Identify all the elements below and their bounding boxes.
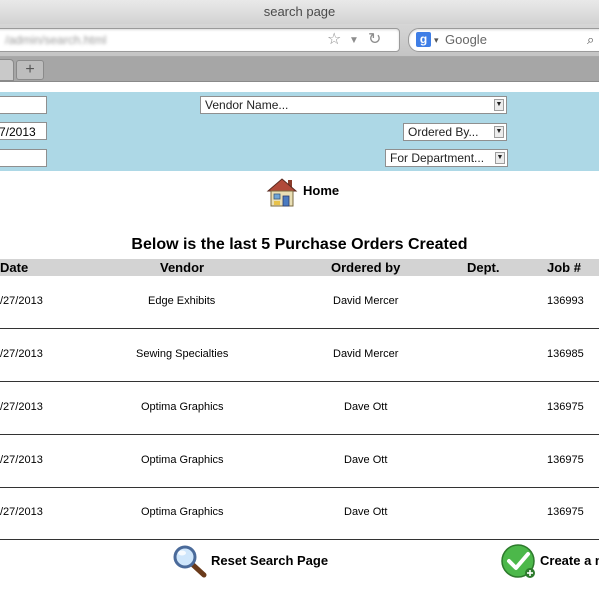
cell-job: 136985 [547,348,584,360]
vendor-select-value: Vendor Name... [205,98,289,112]
url-bar[interactable]: /admin/search.html ☆ ▼ ↻ [0,28,400,52]
chevron-down-icon[interactable]: ▼ [495,152,505,164]
magnifier-icon[interactable]: ⌕ [587,29,594,51]
home-label[interactable]: Home [303,183,339,198]
active-tab[interactable] [0,59,14,81]
cell-ordered-by: David Mercer [333,295,399,307]
table-title: Below is the last 5 Purchase Orders Crea… [131,236,468,253]
checkmark-add-icon[interactable] [500,544,538,580]
magnifier-icon[interactable] [172,544,208,578]
cell-job: 136975 [547,454,584,466]
url-text[interactable]: /admin/search.html [5,29,106,51]
house-icon[interactable] [266,177,298,207]
ordered-by-select[interactable]: Ordered By... ▼ [403,123,507,141]
department-select[interactable]: For Department... ▼ [385,149,508,167]
cell-ordered-by: Dave Ott [344,401,388,413]
chevron-down-icon[interactable]: ▼ [494,99,504,111]
header-ordered-by: Ordered by [331,260,401,275]
table-row[interactable]: /27/2013 Optima Graphics Dave Ott 136975 [0,487,599,540]
cell-date: /27/2013 [0,454,43,466]
header-job: Job # [547,260,581,275]
cell-vendor: Optima Graphics [141,506,224,518]
header-vendor: Vendor [160,260,205,275]
cell-job: 136975 [547,506,584,518]
google-icon[interactable]: g [416,32,431,47]
cell-date: /27/2013 [0,295,43,307]
cell-date: /27/2013 [0,506,43,518]
table-row[interactable]: /27/2013 Optima Graphics Dave Ott 136975 [0,382,599,435]
date-field[interactable]: 7/2013 [0,122,47,140]
cell-ordered-by: Dave Ott [344,506,388,518]
table-header: Date Vendor Ordered by Dept. Job # [0,259,599,276]
chevron-down-icon[interactable]: ▼ [494,126,504,138]
cell-ordered-by: David Mercer [333,348,399,360]
cell-vendor: Edge Exhibits [148,295,216,307]
vendor-select[interactable]: Vendor Name... ▼ [200,96,507,114]
window-title-bar: search page [0,0,599,24]
bookmark-star-icon[interactable]: ☆ [327,30,341,50]
ordered-by-select-value: Ordered By... [408,125,479,139]
table-row[interactable]: /27/2013 Optima Graphics Dave Ott 136975 [0,435,599,488]
browser-toolbar: /admin/search.html ☆ ▼ ↻ g ▾ Google ⌕ [0,24,599,57]
search-bar[interactable]: g ▾ Google ⌕ [408,28,599,52]
cell-vendor: Sewing Specialties [136,348,229,360]
search-engine-arrow-icon[interactable]: ▾ [434,32,439,48]
cell-job: 136975 [547,401,584,413]
header-date: Date [0,260,29,275]
tab-strip: + [0,57,599,82]
search-field-3[interactable] [0,149,47,167]
reset-search-label[interactable]: Reset Search Page [211,553,328,568]
reload-icon[interactable]: ↻ [368,30,381,50]
new-tab-button[interactable]: + [16,60,44,80]
table-row[interactable]: /27/2013 Sewing Specialties David Mercer… [0,329,599,382]
table-row[interactable]: /27/2013 Edge Exhibits David Mercer 1369… [0,276,599,329]
cell-job: 136993 [547,295,584,307]
create-new-label[interactable]: Create a n [540,553,599,568]
search-placeholder[interactable]: Google [445,29,487,51]
search-form: 7/2013 Vendor Name... ▼ Ordered By... ▼ … [0,92,599,171]
window-title: search page [263,4,336,19]
search-field-1[interactable] [0,96,47,114]
department-select-value: For Department... [390,151,485,165]
header-dept: Dept. [467,260,500,275]
cell-ordered-by: Dave Ott [344,454,388,466]
cell-vendor: Optima Graphics [141,454,224,466]
cell-date: /27/2013 [0,348,43,360]
cell-date: /27/2013 [0,401,43,413]
cell-vendor: Optima Graphics [141,401,224,413]
url-history-arrow-icon[interactable]: ▼ [349,32,359,50]
